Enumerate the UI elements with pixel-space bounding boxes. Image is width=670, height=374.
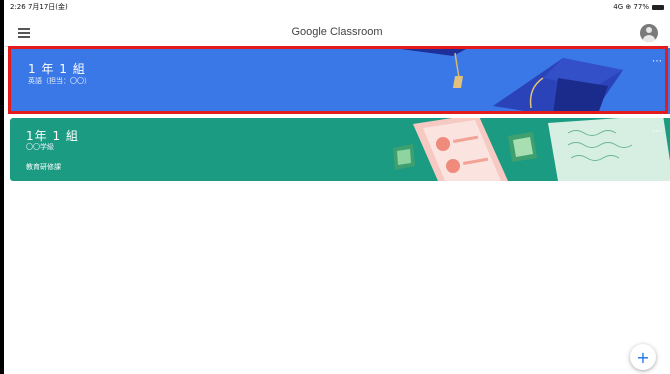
documents-illustration	[393, 118, 670, 181]
status-bar: 2:26 7月17日(金) 4G ⊕ 77%	[4, 0, 670, 14]
status-network: 4G ⊕ 77%	[613, 3, 649, 11]
graduation-cap-illustration	[393, 48, 623, 114]
app-bar-divider	[4, 46, 670, 47]
app-bar: Google Classroom	[4, 18, 670, 46]
app-screen: 2:26 7月17日(金) 4G ⊕ 77% Google Classroom …	[4, 0, 670, 374]
more-options-icon[interactable]: ⋯	[652, 56, 662, 67]
class-subtitle: 英語（担当：〇〇）	[28, 77, 91, 85]
battery-icon	[652, 4, 664, 10]
status-time: 2:26 7月17日(金)	[10, 3, 68, 11]
status-indicators: 4G ⊕ 77%	[613, 3, 664, 11]
app-title: Google Classroom	[291, 26, 383, 38]
class-subtitle: 〇〇学級	[26, 143, 54, 151]
class-card-english[interactable]: 1 年 1 組 英語（担当：〇〇） ⋯	[10, 48, 670, 114]
class-teacher: 教育研修課	[26, 163, 61, 171]
more-options-icon[interactable]: ⋯	[652, 126, 662, 137]
class-name: 1 年 1 組	[28, 62, 86, 76]
add-class-button[interactable]: +	[630, 344, 656, 370]
class-card-homeroom[interactable]: 1年 1 組 〇〇学級 教育研修課 ⋯	[10, 118, 670, 181]
account-avatar-icon[interactable]	[640, 24, 658, 42]
